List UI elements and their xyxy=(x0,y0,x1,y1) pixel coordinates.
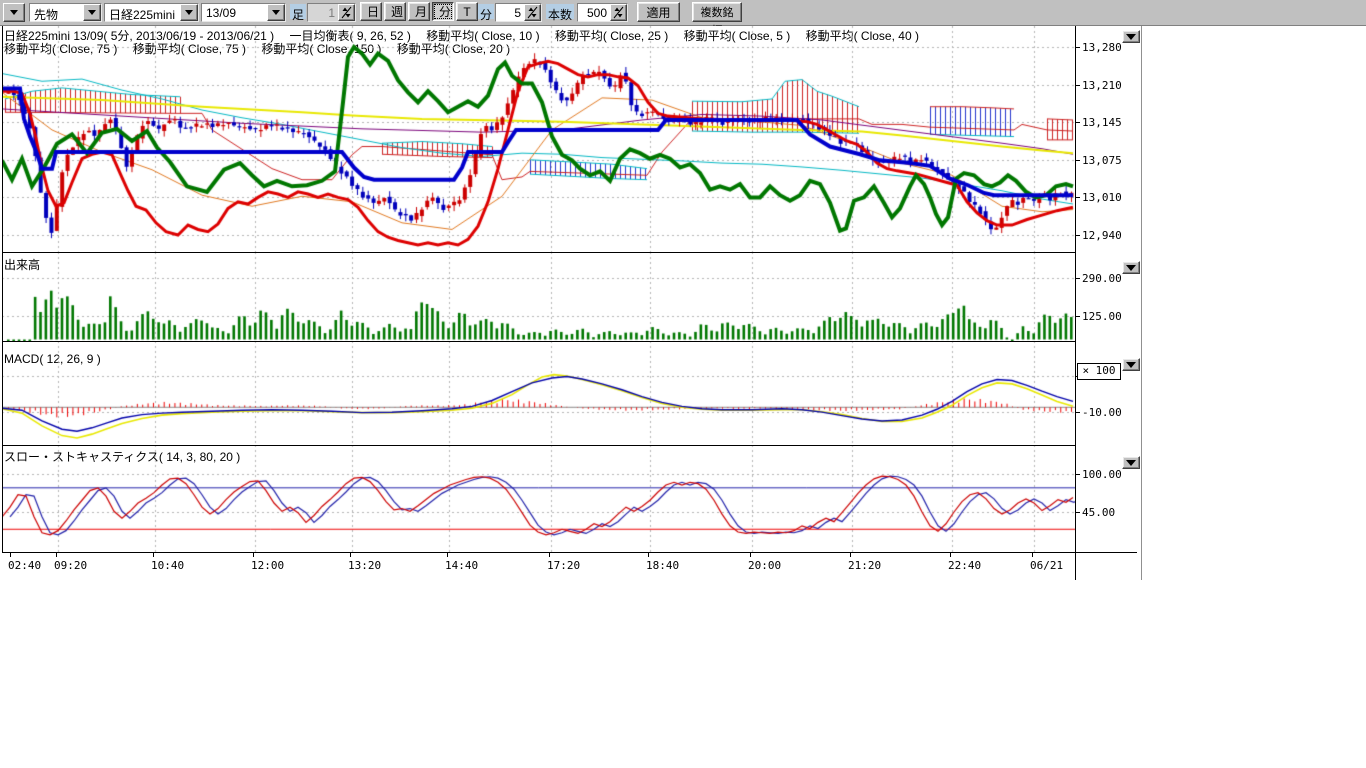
time-axis-tick xyxy=(56,552,57,557)
collapse-dropdown[interactable] xyxy=(3,3,25,22)
macd-axis-tick xyxy=(1075,412,1080,413)
volume-axis-label: 290.00 xyxy=(1082,272,1122,285)
volume-axis-tick xyxy=(1075,278,1080,279)
stoch-pane-canvas[interactable] xyxy=(2,445,1075,552)
price-axis-label: 13,145 xyxy=(1082,116,1122,129)
time-axis-label: 02:40 xyxy=(8,559,41,572)
spinner-icon[interactable] xyxy=(610,4,627,21)
time-axis-label: 06/21 xyxy=(1030,559,1063,572)
minute-label: 分 xyxy=(478,4,494,19)
minute-stepper[interactable]: 5 xyxy=(495,3,542,22)
chevron-down-icon[interactable] xyxy=(83,4,101,21)
stoch-axis-label: 45.00 xyxy=(1082,506,1115,519)
pane-separator xyxy=(2,445,1075,446)
time-axis-tick xyxy=(153,552,154,557)
bar-count-value: 500 xyxy=(578,4,610,21)
time-axis-tick xyxy=(447,552,448,557)
category-select[interactable]: 先物 xyxy=(29,3,102,22)
plot-left-border xyxy=(2,26,3,552)
period-tick-button[interactable]: T xyxy=(456,2,478,21)
price-axis-tick xyxy=(1075,85,1080,86)
price-axis-tick xyxy=(1075,47,1080,48)
chevron-down-icon[interactable] xyxy=(180,4,198,21)
symbol-select[interactable]: 日経225mini xyxy=(104,3,199,22)
period-day-button[interactable]: 日 xyxy=(360,2,382,21)
stoch-axis-tick xyxy=(1075,474,1080,475)
stoch-axis-tick xyxy=(1075,512,1080,513)
volume-pane-canvas[interactable] xyxy=(2,252,1075,341)
time-axis-tick xyxy=(750,552,751,557)
period-minute-button[interactable]: 分 xyxy=(432,2,454,21)
macd-scale-dropdown-icon[interactable] xyxy=(1122,358,1140,371)
time-axis-label: 14:40 xyxy=(445,559,478,572)
plot-right-border xyxy=(1075,26,1076,580)
chevron-down-icon[interactable] xyxy=(3,3,25,22)
price-axis-label: 13,280 xyxy=(1082,41,1122,54)
volume-axis-tick xyxy=(1075,316,1080,317)
volume-scale-dropdown-icon[interactable] xyxy=(1122,261,1140,274)
time-axis-label: 17:20 xyxy=(547,559,580,572)
contract-month-select[interactable]: 13/09 xyxy=(201,3,286,22)
spinner-icon[interactable] xyxy=(338,4,355,21)
price-axis-tick xyxy=(1075,160,1080,161)
period-month-button[interactable]: 月 xyxy=(408,2,430,21)
spinner-icon[interactable] xyxy=(524,4,541,21)
time-axis-label: 21:20 xyxy=(848,559,881,572)
volume-axis-label: 125.00 xyxy=(1082,310,1122,323)
chart-area: 日経225mini 13/09( 5分, 2013/06/19 - 2013/0… xyxy=(0,26,1366,586)
price-scale-dropdown-icon[interactable] xyxy=(1122,30,1140,43)
price-axis-tick xyxy=(1075,197,1080,198)
time-axis-tick xyxy=(1032,552,1033,557)
time-axis-tick xyxy=(850,552,851,557)
bar-count-stepper[interactable]: 500 xyxy=(577,3,628,22)
apply-button[interactable]: 適用 xyxy=(637,2,680,22)
period-week-button[interactable]: 週 xyxy=(384,2,406,21)
bar-count-label: 本数 xyxy=(546,4,574,19)
bar-interval-stepper[interactable]: 1 xyxy=(307,3,356,22)
volume-multiplier-badge: × 100 xyxy=(1077,363,1121,380)
time-axis-tick xyxy=(253,552,254,557)
macd-pane-canvas[interactable] xyxy=(2,341,1075,445)
time-axis-label: 09:20 xyxy=(54,559,87,572)
bar-type-label: 足 xyxy=(290,4,306,19)
time-axis-label: 22:40 xyxy=(948,559,981,572)
price-axis-tick xyxy=(1075,235,1080,236)
time-axis-label: 12:00 xyxy=(251,559,284,572)
time-axis-tick xyxy=(648,552,649,557)
macd-axis-label: -10.00 xyxy=(1082,406,1122,419)
chevron-down-icon[interactable] xyxy=(267,4,285,21)
time-axis-label: 10:40 xyxy=(151,559,184,572)
bar-interval-value: 1 xyxy=(308,4,338,21)
category-value: 先物 xyxy=(30,4,83,21)
pane-separator xyxy=(2,252,1075,253)
time-axis-label: 20:00 xyxy=(748,559,781,572)
symbol-value: 日経225mini xyxy=(105,4,180,21)
price-axis-label: 13,075 xyxy=(1082,154,1122,167)
time-axis-label: 18:40 xyxy=(646,559,679,572)
time-axis-label: 13:20 xyxy=(348,559,381,572)
time-axis-tick xyxy=(350,552,351,557)
price-axis-tick xyxy=(1075,122,1080,123)
price-axis-label: 13,010 xyxy=(1082,191,1122,204)
contract-value: 13/09 xyxy=(202,4,267,21)
stoch-axis-label: 100.00 xyxy=(1082,468,1122,481)
price-pane-canvas[interactable] xyxy=(2,26,1075,252)
pane-separator xyxy=(2,341,1075,342)
time-axis-line xyxy=(2,552,1137,553)
chart-application: 先物 日経225mini 13/09 足 1 日 週 月 分 T 分 5 xyxy=(0,0,1366,768)
panel-right-border xyxy=(1141,26,1142,580)
stoch-scale-dropdown-icon[interactable] xyxy=(1122,456,1140,469)
price-axis-label: 12,940 xyxy=(1082,229,1122,242)
multi-symbol-button[interactable]: 複数銘柄 xyxy=(692,2,742,22)
time-axis-tick xyxy=(950,552,951,557)
time-axis-tick xyxy=(10,552,11,557)
time-axis-tick xyxy=(549,552,550,557)
toolbar: 先物 日経225mini 13/09 足 1 日 週 月 分 T 分 5 xyxy=(0,0,1366,26)
minute-value: 5 xyxy=(496,4,524,21)
price-axis-label: 13,210 xyxy=(1082,79,1122,92)
